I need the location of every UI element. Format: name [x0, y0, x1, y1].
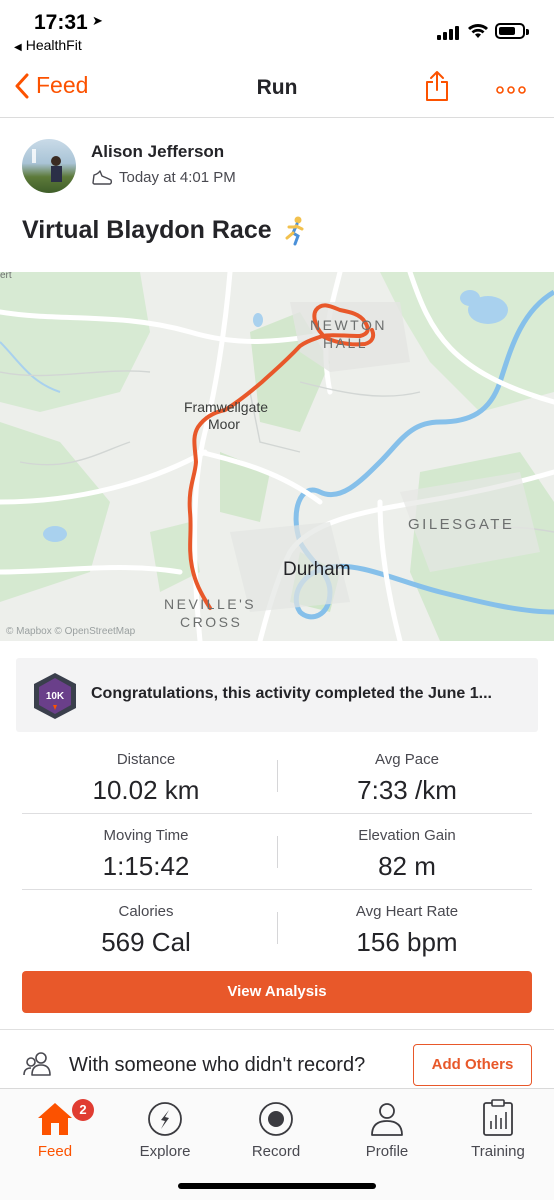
- challenge-banner[interactable]: 10K Congratulations, this activity compl…: [16, 658, 538, 732]
- wifi-icon: [468, 24, 488, 38]
- map-label-newton-2: HALL: [323, 335, 368, 351]
- back-app-label: HealthFit: [25, 37, 82, 53]
- tab-training[interactable]: Training: [443, 1095, 553, 1160]
- stat-avg-heart-rate: Avg Heart Rate 156 bpm: [277, 903, 537, 958]
- stat-label: Elevation Gain: [358, 827, 456, 844]
- tab-record[interactable]: Record: [221, 1095, 331, 1160]
- stat-moving-time: Moving Time 1:15:42: [16, 827, 276, 882]
- tab-label: Explore: [139, 1143, 191, 1160]
- people-icon: [23, 1052, 51, 1076]
- nav-header: Feed Run: [0, 60, 554, 118]
- activity-meta: Today at 4:01 PM: [91, 169, 236, 186]
- stat-divider: [277, 836, 278, 868]
- avatar[interactable]: [22, 139, 76, 193]
- map-label-framwellgate-1: Framwellgate: [184, 399, 268, 415]
- add-others-prompt: With someone who didn't record?: [69, 1054, 366, 1076]
- runner-icon: [283, 216, 309, 251]
- stat-divider: [277, 760, 278, 792]
- stat-value: 1:15:42: [102, 851, 190, 881]
- map-attribution: © Mapbox © OpenStreetMap: [6, 626, 136, 637]
- back-to-app-link[interactable]: ◀ HealthFit: [14, 37, 82, 53]
- activity-timestamp: Today at 4:01 PM: [119, 169, 236, 186]
- stat-distance: Distance 10.02 km: [16, 751, 276, 806]
- notification-badge: 2: [72, 1099, 94, 1121]
- stat-value: 569 Cal: [101, 927, 191, 957]
- share-icon[interactable]: [424, 70, 450, 102]
- stat-divider: [22, 889, 532, 890]
- tab-label: Feed: [37, 1143, 73, 1160]
- stat-value: 156 bpm: [356, 927, 458, 957]
- compass-icon: [148, 1102, 182, 1136]
- more-options-icon[interactable]: [496, 86, 526, 94]
- stat-elevation-gain: Elevation Gain 82 m: [277, 827, 537, 882]
- stat-label: Calories: [118, 903, 174, 920]
- tab-explore[interactable]: Explore: [110, 1095, 220, 1160]
- back-triangle-icon: ◀: [14, 42, 22, 53]
- section-divider: [0, 1029, 554, 1039]
- stat-value: 82 m: [378, 851, 436, 881]
- tab-profile[interactable]: Profile: [332, 1095, 442, 1160]
- stat-avg-pace: Avg Pace 7:33 /km: [277, 751, 537, 806]
- home-icon: [38, 1103, 72, 1135]
- tab-label: Profile: [365, 1143, 409, 1160]
- athlete-name[interactable]: Alison Jefferson: [91, 142, 224, 162]
- record-icon: [259, 1102, 293, 1136]
- stat-value: 10.02 km: [92, 775, 200, 805]
- battery-icon: [495, 23, 529, 39]
- tab-label: Training: [471, 1143, 525, 1160]
- training-clipboard-icon: [483, 1099, 513, 1136]
- shoe-icon: [92, 169, 113, 185]
- person-icon: [371, 1103, 403, 1136]
- status-bar: 17:31 ➤ ◀ HealthFit: [0, 0, 554, 60]
- page-title: Run: [256, 76, 298, 99]
- add-others-button[interactable]: Add Others: [413, 1044, 532, 1086]
- stat-calories: Calories 569 Cal: [16, 903, 276, 958]
- tab-label: Record: [251, 1143, 301, 1160]
- home-indicator: [178, 1183, 376, 1189]
- map-label-durham: Durham: [283, 559, 351, 580]
- stat-label: Avg Pace: [375, 751, 439, 768]
- stat-value: 7:33 /km: [357, 775, 457, 805]
- map-label-edge: ert: [0, 272, 12, 281]
- location-arrow-icon: ➤: [92, 13, 103, 28]
- cellular-signal-icon: [437, 26, 459, 40]
- route-map[interactable]: NEWTON HALL Framwellgate Moor GILESGATE …: [0, 272, 554, 641]
- map-label-framwellgate-2: Moor: [208, 416, 240, 432]
- activity-title: Virtual Blaydon Race: [22, 216, 272, 244]
- map-label-gilesgate: GILESGATE: [408, 516, 514, 533]
- stat-label: Avg Heart Rate: [355, 903, 459, 920]
- map-label-nevilles-2: CROSS: [180, 614, 242, 630]
- stat-label: Distance: [116, 751, 176, 768]
- status-time: 17:31: [34, 11, 88, 34]
- stat-label: Moving Time: [103, 827, 189, 844]
- map-label-nevilles-1: NEVILLE'S: [164, 596, 256, 612]
- tab-feed[interactable]: Feed 2: [0, 1095, 110, 1160]
- svg-text:10K: 10K: [46, 691, 65, 702]
- challenge-text: Congratulations, this activity completed…: [91, 685, 492, 702]
- map-label-newton-1: NEWTON: [310, 317, 387, 333]
- stat-divider: [277, 912, 278, 944]
- stat-divider: [22, 813, 532, 814]
- challenge-badge-icon: 10K: [34, 673, 76, 719]
- view-analysis-button[interactable]: View Analysis: [22, 971, 532, 1013]
